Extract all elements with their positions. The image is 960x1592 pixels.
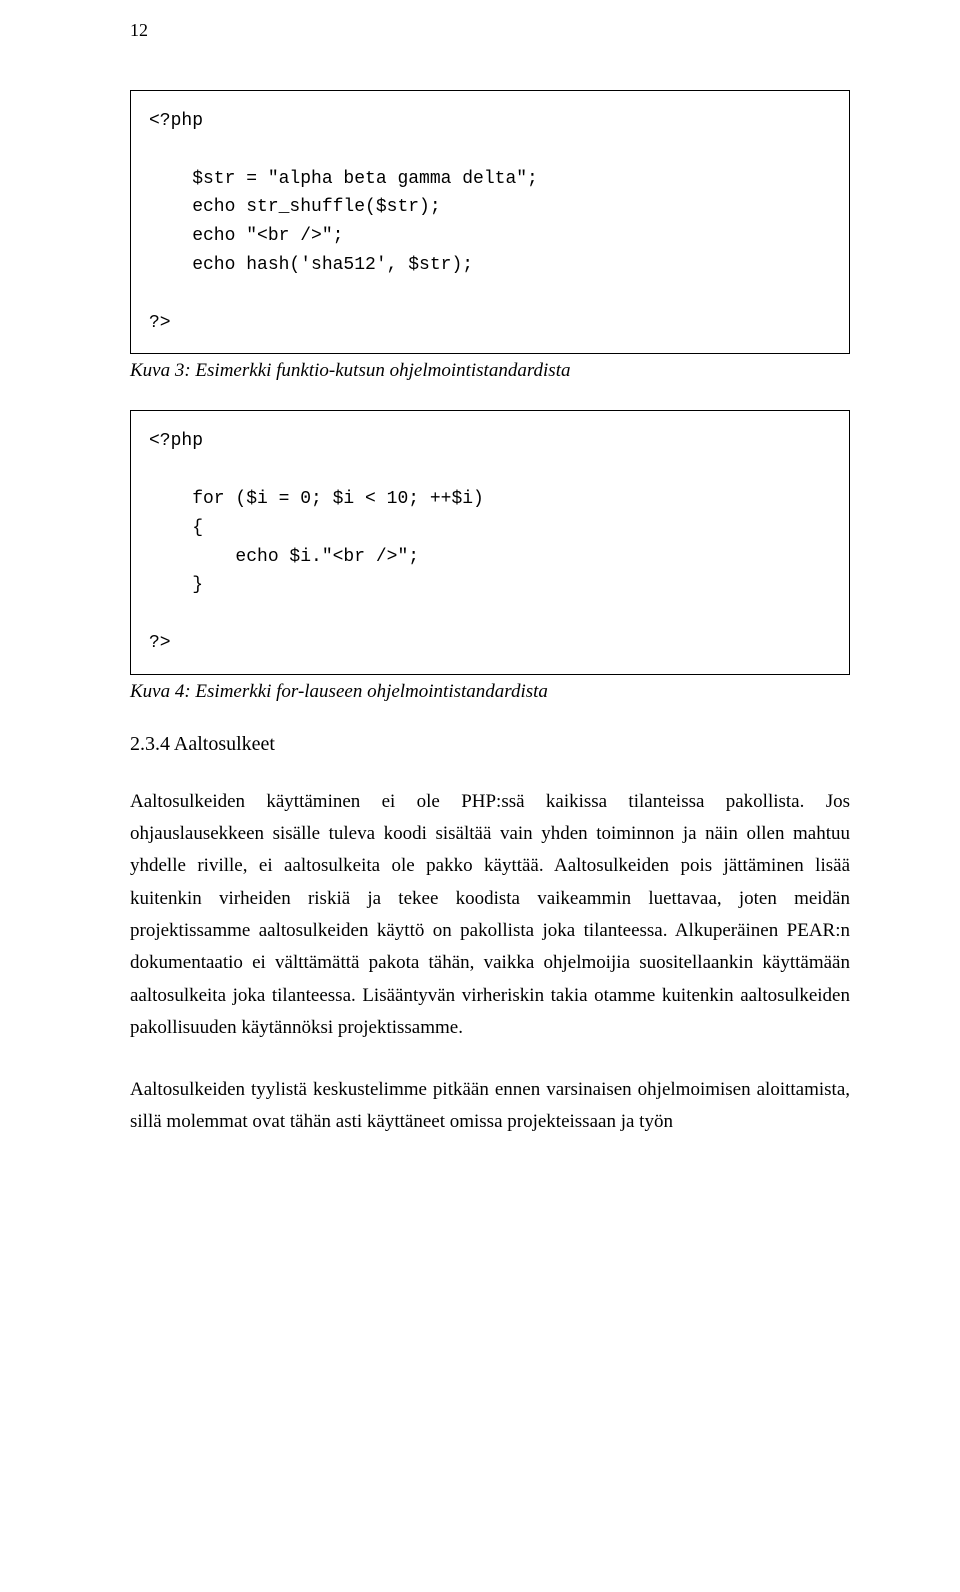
- figure-caption-1: Kuva 3: Esimerkki funktio-kutsun ohjelmo…: [130, 360, 850, 382]
- figure-caption-2: Kuva 4: Esimerkki for-lauseen ohjelmoint…: [130, 681, 850, 703]
- code-block-1: <?php $str = "alpha beta gamma delta"; e…: [130, 90, 850, 354]
- document-page: 12 <?php $str = "alpha beta gamma delta"…: [0, 0, 960, 1592]
- page-number: 12: [130, 20, 148, 41]
- body-paragraph-1: Aaltosulkeiden käyttäminen ei ole PHP:ss…: [130, 786, 850, 1044]
- code-block-2: <?php for ($i = 0; $i < 10; ++$i) { echo…: [130, 410, 850, 674]
- section-heading: 2.3.4 Aaltosulkeet: [130, 733, 850, 756]
- body-paragraph-2: Aaltosulkeiden tyylistä keskustelimme pi…: [130, 1074, 850, 1139]
- spacer: [130, 40, 850, 90]
